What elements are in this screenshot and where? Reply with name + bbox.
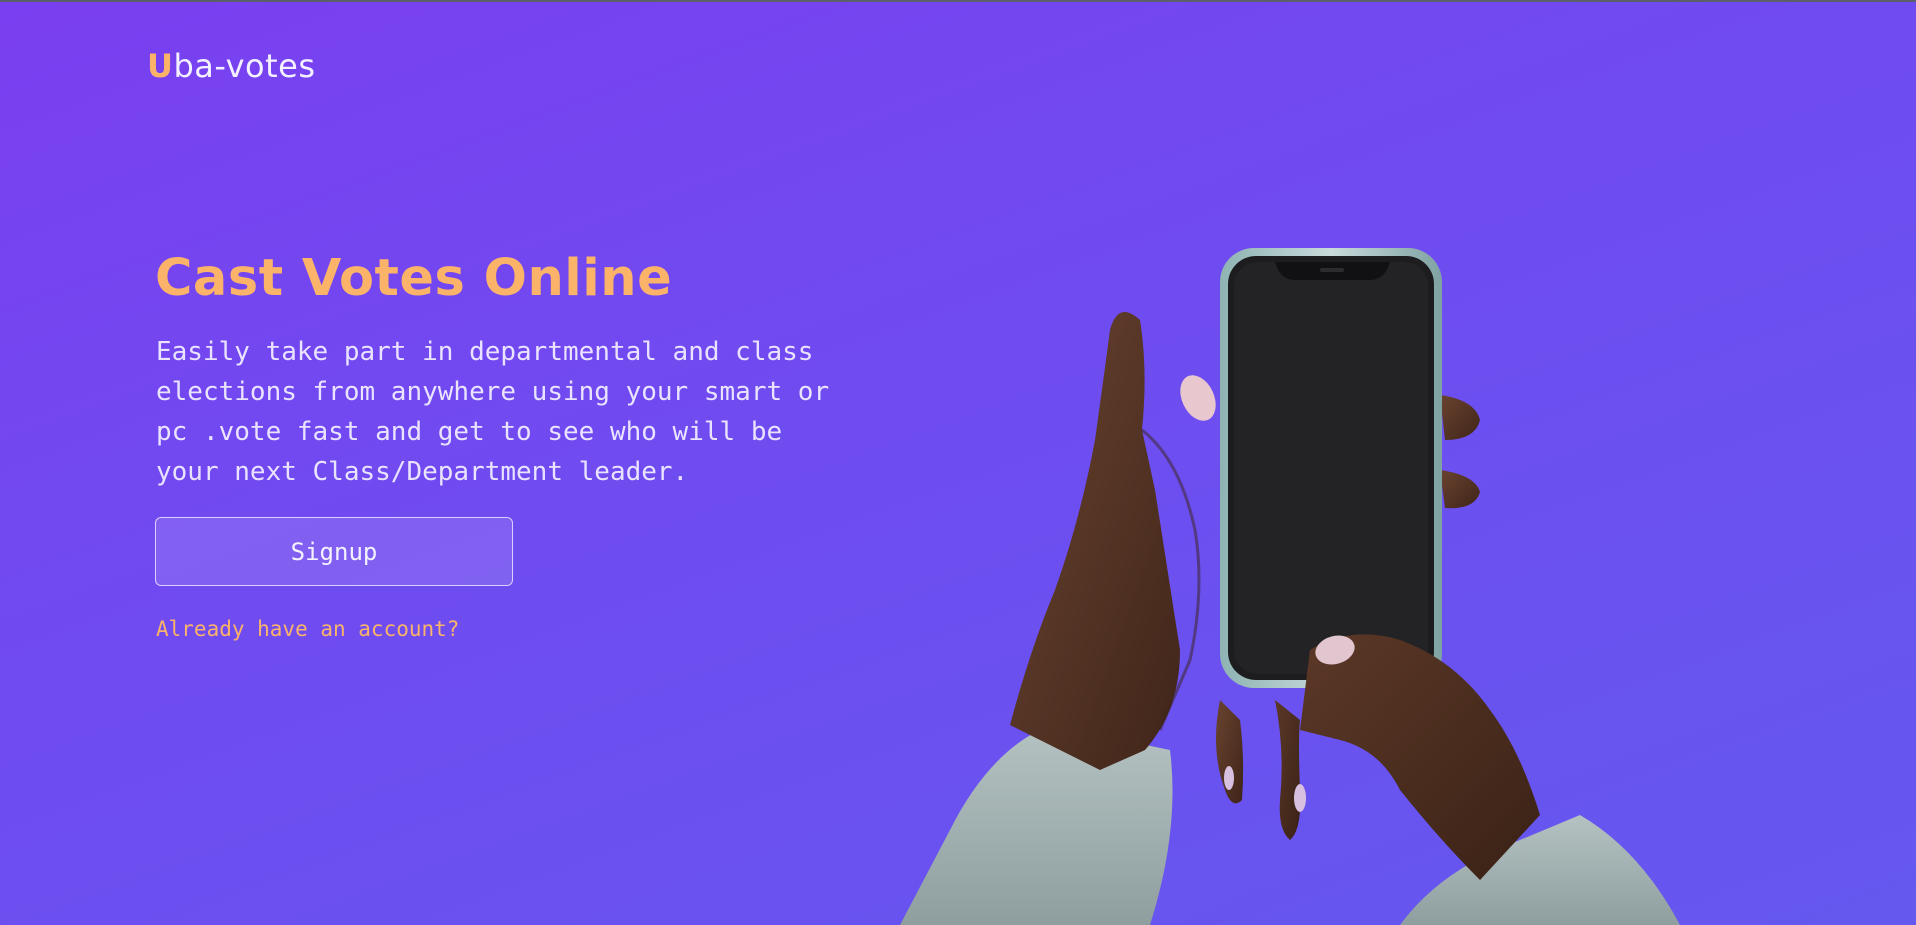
brand-logo[interactable]: Uba-votes bbox=[147, 46, 316, 86]
smartphone bbox=[1220, 248, 1442, 688]
hero-description: Easily take part in departmental and cla… bbox=[156, 337, 830, 487]
logo-initial: U bbox=[147, 47, 174, 85]
top-border bbox=[0, 0, 1916, 2]
signup-button[interactable]: Signup bbox=[155, 517, 513, 586]
hero-title: Cast Votes Online bbox=[155, 249, 673, 308]
login-link[interactable]: Already have an account? bbox=[156, 614, 459, 644]
logo-text: ba-votes bbox=[173, 47, 316, 85]
hands-holding-phone-illustration bbox=[900, 248, 1680, 925]
